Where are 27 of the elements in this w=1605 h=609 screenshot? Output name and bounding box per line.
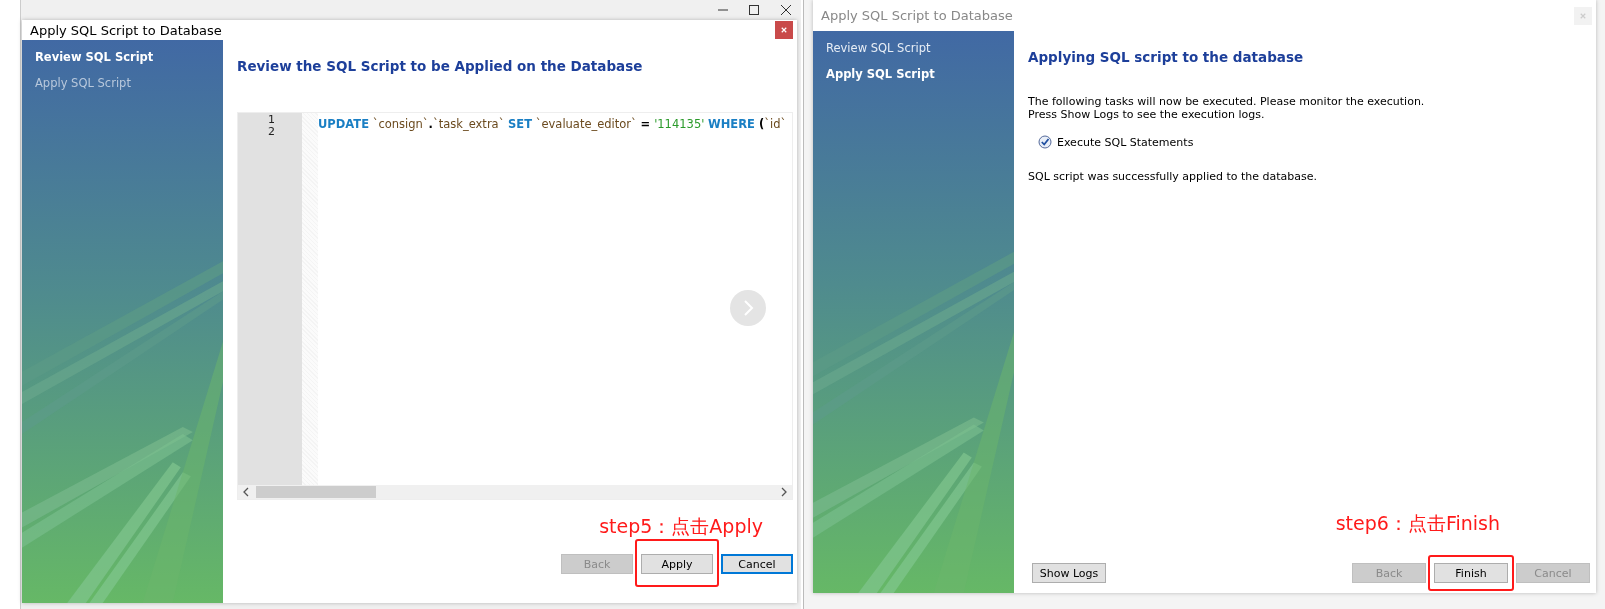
step-item: Review SQL Script bbox=[35, 50, 154, 64]
step-item: Apply SQL Script bbox=[35, 76, 131, 90]
scroll-left-icon[interactable] bbox=[242, 487, 250, 497]
line-number: 2 bbox=[268, 126, 275, 138]
line-number: 1 bbox=[268, 114, 275, 126]
info-text: Press Show Logs to see the execution logs. bbox=[1028, 108, 1265, 121]
code-editor[interactable]: 1 2 UPDATE `consign`.`task_extra` SET `evaluate_editor` = '114135' WHERE (`id` bbox=[237, 112, 793, 500]
result-text: SQL script was successfully applied to the database. bbox=[1028, 170, 1318, 183]
task-label: Execute SQL Statements bbox=[1057, 135, 1194, 149]
info-text: The following tasks will now be executed. Please monitor the execution. bbox=[1028, 95, 1425, 108]
annotation-text: step6：点击Finish bbox=[1335, 511, 1500, 536]
scroll-right-icon[interactable] bbox=[780, 487, 788, 497]
window-title: Apply SQL Script to Database bbox=[30, 22, 222, 38]
dialog-button[interactable]: Apply bbox=[641, 554, 713, 574]
dialog-button[interactable]: Finish bbox=[1434, 563, 1508, 583]
code-line: UPDATE `consign`.`task_extra` SET `evaluate_editor` = '114135' WHERE (`id` bbox=[318, 117, 787, 131]
page-heading: Review the SQL Script to be Applied on the Database bbox=[237, 58, 643, 74]
annotation-text: step5：点击Apply bbox=[599, 514, 763, 539]
window-title: Apply SQL Script to Database bbox=[821, 8, 1013, 23]
dialog-button[interactable]: Cancel bbox=[721, 554, 793, 574]
close-icon[interactable] bbox=[781, 5, 791, 15]
dialog-button[interactable]: Show Logs bbox=[1032, 563, 1106, 583]
maximize-icon[interactable] bbox=[749, 5, 759, 15]
step-item: Apply SQL Script bbox=[826, 67, 935, 81]
page-heading: Applying SQL script to the database bbox=[1028, 49, 1304, 65]
step-item: Review SQL Script bbox=[826, 41, 931, 55]
horizontal-scrollbar[interactable] bbox=[238, 485, 792, 499]
